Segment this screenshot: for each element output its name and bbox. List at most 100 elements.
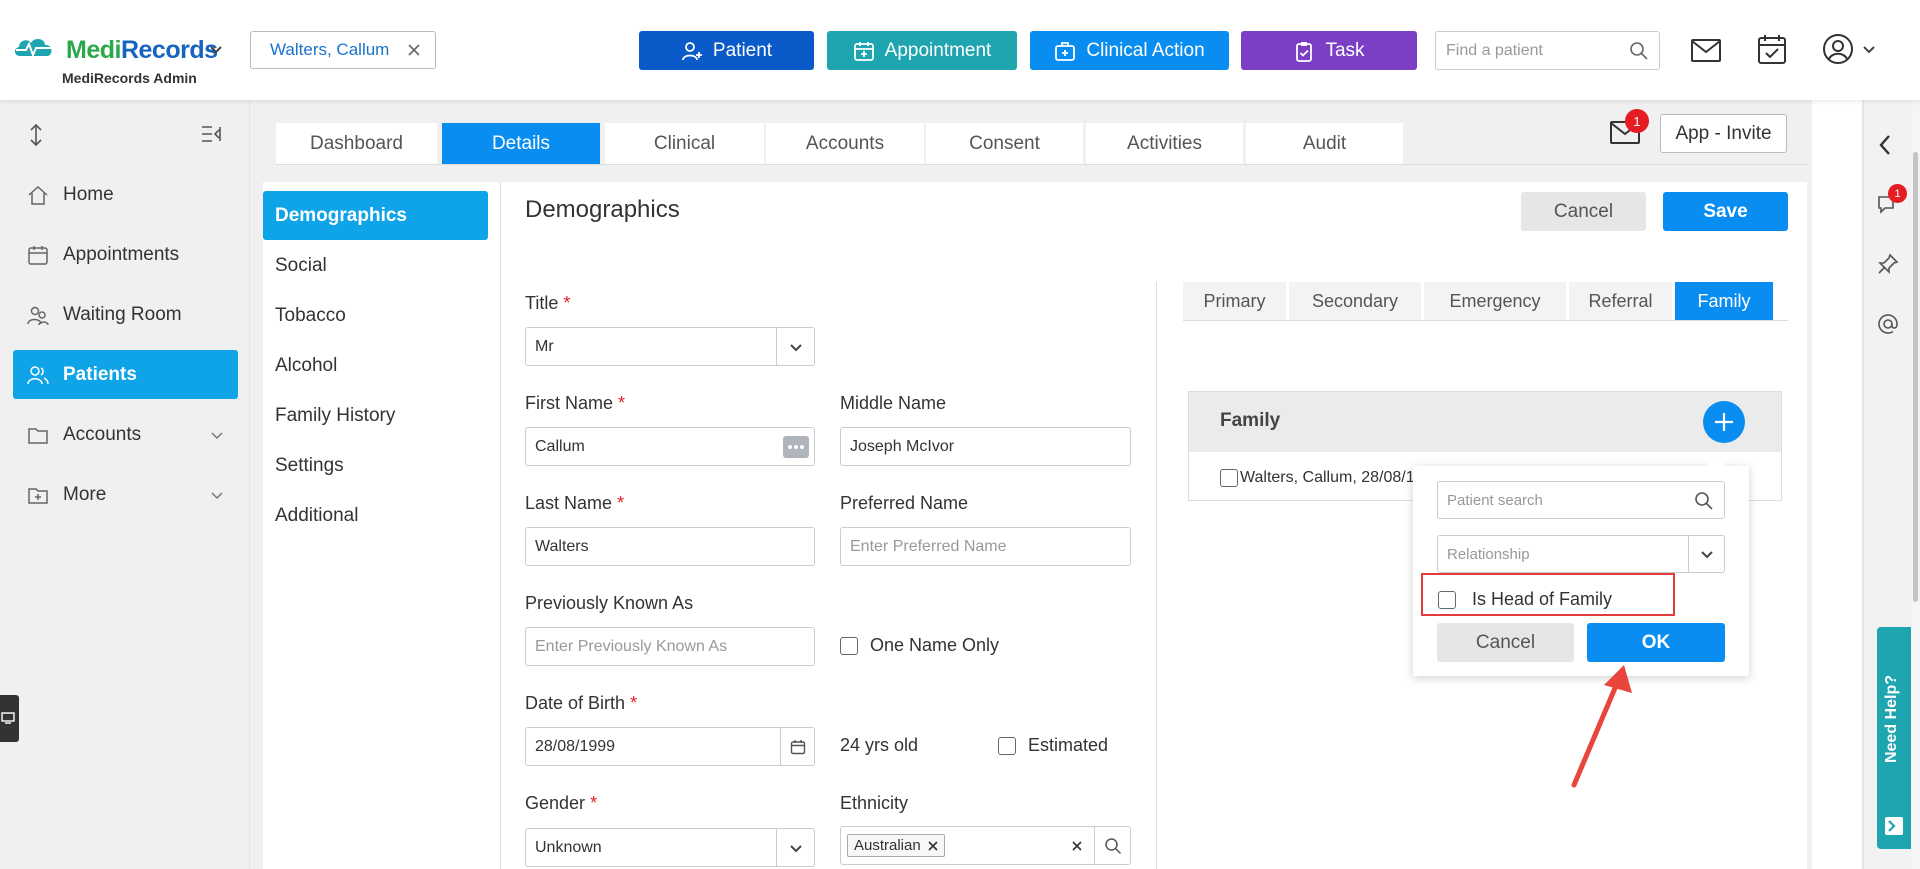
leftnav-alcohol[interactable]: Alcohol bbox=[263, 341, 488, 390]
medical-kit-icon bbox=[1055, 41, 1076, 61]
tab-activities[interactable]: Activities bbox=[1086, 123, 1243, 165]
save-button[interactable]: Save bbox=[1663, 192, 1788, 231]
family-member-row[interactable]: Walters, Callum, 28/08/1 bbox=[1220, 469, 1415, 487]
tab-clinical[interactable]: Clinical bbox=[605, 123, 764, 165]
tab-consent[interactable]: Consent bbox=[926, 123, 1083, 165]
floating-widget-tab[interactable] bbox=[0, 695, 19, 742]
subtab-secondary[interactable]: Secondary bbox=[1289, 282, 1421, 320]
last-name-field[interactable]: Walters bbox=[525, 527, 815, 566]
subtab-referral[interactable]: Referral bbox=[1569, 282, 1672, 320]
scrollbar-thumb[interactable] bbox=[1913, 152, 1918, 602]
last-name-label-text: Last Name bbox=[525, 493, 613, 513]
first-name-value: Callum bbox=[535, 437, 585, 455]
cancel-button[interactable]: Cancel bbox=[1521, 192, 1646, 231]
calendar-icon bbox=[28, 245, 48, 265]
mail-icon[interactable] bbox=[1690, 36, 1722, 64]
tabs-divider bbox=[276, 164, 1807, 165]
leftnav-social[interactable]: Social bbox=[263, 241, 488, 290]
account-chevron-down-icon[interactable] bbox=[1862, 43, 1876, 57]
sidebar-item-waiting-room[interactable]: Waiting Room bbox=[13, 290, 238, 339]
checkbox-icon[interactable] bbox=[1220, 469, 1238, 487]
new-patient-button[interactable]: Patient bbox=[639, 31, 814, 70]
chevron-down-icon bbox=[776, 829, 814, 866]
previously-known-label: Previously Known As bbox=[525, 593, 694, 613]
expand-vertical-icon[interactable] bbox=[28, 124, 44, 146]
search-icon[interactable] bbox=[1629, 41, 1649, 61]
brand-dropdown-chevron-icon[interactable] bbox=[208, 42, 224, 58]
previously-known-field[interactable]: Enter Previously Known As bbox=[525, 627, 815, 666]
sidebar-item-accounts[interactable]: Accounts bbox=[13, 410, 238, 459]
app-invite-button[interactable]: App - Invite bbox=[1660, 114, 1787, 153]
dob-label-text: Date of Birth bbox=[525, 693, 626, 713]
new-appointment-button[interactable]: Appointment bbox=[827, 31, 1017, 70]
need-help-tab[interactable]: Need Help? bbox=[1877, 627, 1911, 849]
clinical-action-button[interactable]: Clinical Action bbox=[1030, 31, 1229, 70]
tab-dashboard[interactable]: Dashboard bbox=[276, 123, 437, 165]
last-name-label: Last Name * bbox=[525, 493, 624, 514]
sidebar-item-patients[interactable]: Patients bbox=[13, 350, 238, 399]
ethnicity-tag: Australian bbox=[847, 834, 945, 857]
middle-name-field[interactable]: Joseph McIvor bbox=[840, 427, 1131, 466]
leftnav-family-history[interactable]: Family History bbox=[263, 391, 488, 440]
first-name-field[interactable]: Callum bbox=[525, 427, 815, 466]
patient-button-label: Patient bbox=[712, 39, 773, 61]
preferred-name-field[interactable]: Enter Preferred Name bbox=[840, 527, 1131, 566]
age-text: 24 yrs old bbox=[840, 735, 919, 755]
sidebar-item-more[interactable]: More bbox=[13, 470, 238, 519]
ethnicity-label: Ethnicity bbox=[840, 793, 909, 813]
subtab-family[interactable]: Family bbox=[1675, 282, 1773, 320]
add-family-member-button[interactable] bbox=[1703, 401, 1745, 443]
collapse-sidebar-icon[interactable] bbox=[200, 124, 224, 144]
ethnicity-field[interactable]: Australian bbox=[840, 826, 1131, 865]
preferred-name-label: Preferred Name bbox=[840, 493, 969, 513]
estimated-checkbox[interactable]: Estimated bbox=[998, 735, 1108, 756]
relationship-select[interactable]: Relationship bbox=[1437, 535, 1725, 573]
gender-select[interactable]: Unknown bbox=[525, 828, 815, 867]
sidebar-item-label: Patients bbox=[63, 363, 137, 385]
popup-cancel-button[interactable]: Cancel bbox=[1437, 623, 1574, 662]
page-scrollbar[interactable] bbox=[1911, 100, 1920, 869]
chevron-left-icon[interactable] bbox=[1876, 133, 1894, 157]
one-name-only-checkbox[interactable]: One Name Only bbox=[840, 635, 999, 656]
sidebar-item-label: Accounts bbox=[63, 423, 142, 445]
family-member-label: Walters, Callum, 28/08/1 bbox=[1240, 469, 1415, 486]
search-icon[interactable] bbox=[1094, 827, 1130, 864]
title-label-text: Title bbox=[525, 293, 559, 313]
close-icon[interactable] bbox=[407, 43, 421, 57]
more-options-icon[interactable] bbox=[783, 436, 809, 458]
clipboard-check-icon bbox=[1296, 41, 1313, 62]
leftnav-settings[interactable]: Settings bbox=[263, 441, 488, 490]
clinical-action-button-label: Clinical Action bbox=[1086, 39, 1205, 61]
new-task-button[interactable]: Task bbox=[1241, 31, 1417, 70]
leftnav-demographics[interactable]: Demographics bbox=[263, 191, 488, 240]
tab-audit[interactable]: Audit bbox=[1246, 123, 1403, 165]
sidebar-item-appointments[interactable]: Appointments bbox=[13, 230, 238, 279]
folder-icon bbox=[28, 427, 48, 444]
subtab-primary[interactable]: Primary bbox=[1183, 282, 1286, 320]
chat-notification-badge: 1 bbox=[1888, 184, 1907, 203]
leftnav-additional[interactable]: Additional bbox=[263, 491, 488, 540]
title-select[interactable]: Mr bbox=[525, 327, 815, 366]
clear-icon[interactable] bbox=[1072, 841, 1082, 851]
leftnav-tobacco[interactable]: Tobacco bbox=[263, 291, 488, 340]
required-mark: * bbox=[618, 393, 626, 413]
patient-chip[interactable]: Walters, Callum bbox=[250, 31, 436, 69]
calendar-check-icon[interactable] bbox=[1757, 33, 1787, 65]
tab-details[interactable]: Details bbox=[442, 123, 600, 165]
appointment-button-label: Appointment bbox=[884, 39, 992, 61]
patient-search-input[interactable]: Patient search bbox=[1437, 481, 1725, 519]
pin-icon[interactable] bbox=[1877, 253, 1899, 275]
plus-icon bbox=[1715, 413, 1733, 431]
first-name-label: First Name * bbox=[525, 393, 625, 414]
calendar-picker-icon[interactable] bbox=[780, 728, 814, 765]
dob-field[interactable]: 28/08/1999 bbox=[525, 727, 815, 766]
user-account-icon[interactable] bbox=[1822, 33, 1854, 65]
gender-label-text: Gender bbox=[525, 793, 586, 813]
remove-tag-icon[interactable] bbox=[928, 840, 938, 851]
find-patient-search[interactable]: Find a patient bbox=[1435, 31, 1660, 70]
tab-accounts[interactable]: Accounts bbox=[766, 123, 924, 165]
at-sign-icon[interactable] bbox=[1877, 313, 1899, 335]
subtab-emergency[interactable]: Emergency bbox=[1424, 282, 1566, 320]
sidebar-item-home[interactable]: Home bbox=[13, 170, 238, 219]
search-icon[interactable] bbox=[1694, 491, 1714, 511]
